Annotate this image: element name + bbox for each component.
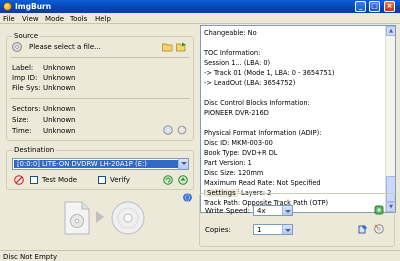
time-value: Unknown [43, 127, 76, 135]
size-label: Size: [12, 116, 29, 124]
calculate-icon[interactable] [163, 125, 173, 135]
file-sys-value: Unknown [43, 84, 76, 92]
info-globe-icon[interactable] [183, 193, 192, 204]
window-title: ImgBurn [15, 2, 52, 11]
log-textarea[interactable]: Changeable: No TOC Information: Session … [200, 25, 396, 213]
settings-frame: Settings [199, 189, 395, 247]
test-mode-label: Test Mode [42, 176, 78, 184]
verify-label: Verify [110, 176, 130, 184]
sectors-value: Unknown [43, 105, 76, 113]
disc-icon [12, 42, 22, 52]
speed-info-icon[interactable] [374, 205, 384, 215]
log-line: Physical Format Information (ADIP): [204, 129, 322, 137]
scroll-up-icon[interactable]: ▲ [386, 26, 395, 36]
source-file-input[interactable]: Please select a file... [29, 43, 101, 51]
imgburn-app-icon [3, 2, 12, 11]
test-mode-checkbox[interactable] [30, 176, 38, 184]
copies-stepper[interactable]: 1 [253, 224, 293, 235]
chevron-down-icon[interactable] [282, 225, 292, 234]
file-sys-label: File Sys: [12, 84, 41, 92]
settings-group-label: Settings [205, 189, 238, 197]
write-speed-value: 4x [257, 207, 266, 215]
status-bar: Disc Not Empty [0, 250, 400, 261]
browse-folder-icon[interactable] [162, 42, 173, 52]
destination-group-label: Destination [12, 146, 57, 154]
imp-id-value: Unknown [43, 74, 76, 82]
log-line: Disc ID: MKM-003-00 [204, 139, 273, 147]
size-value: Unknown [43, 116, 76, 124]
close-button[interactable]: × [384, 1, 395, 12]
log-line: PIONEER DVR-216D [204, 109, 269, 117]
copies-value: 1 [257, 226, 262, 234]
menu-mode[interactable]: Mode [45, 15, 64, 23]
copies-label: Copies: [205, 226, 231, 234]
source-group-label: Source [12, 32, 41, 40]
log-line: -> Track 01 (Mode 1, LBA: 0 - 3654751) [204, 69, 335, 77]
log-line: Disc Control Blocks Information: [204, 99, 310, 107]
chevron-down-icon[interactable] [178, 159, 188, 169]
log-line: Part Version: 1 [204, 159, 252, 167]
arrow-right-icon [95, 210, 105, 226]
write-speed-select[interactable]: 4x [253, 205, 293, 216]
refresh-icon[interactable] [177, 125, 187, 135]
log-line: Session 1... (LBA: 0) [204, 59, 271, 67]
disc-settings-icon[interactable] [374, 224, 384, 234]
title-bar[interactable]: ImgBurn _ □ × [0, 0, 400, 13]
log-line: Disc Size: 120mm [204, 169, 264, 177]
time-label: Time: [12, 127, 32, 135]
minimize-button[interactable]: _ [355, 1, 366, 12]
status-text: Disc Not Empty [3, 253, 58, 261]
menu-help[interactable]: Help [95, 15, 111, 23]
source-info-separator [10, 98, 190, 99]
write-icon[interactable] [64, 201, 90, 237]
drive-refresh-icon[interactable] [163, 175, 173, 185]
target-disc-icon [111, 201, 145, 237]
menu-bar: File View Mode Tools Help [0, 13, 400, 24]
label-label: Label: [12, 64, 34, 72]
maximize-button[interactable]: □ [369, 1, 380, 12]
write-speed-label: Write Speed: [205, 207, 251, 215]
log-scrollbar[interactable]: ▲ ▼ [385, 26, 395, 212]
browse-folder-open-icon[interactable] [176, 42, 186, 52]
label-value: Unknown [43, 64, 76, 72]
log-line: Changeable: No [204, 29, 257, 37]
imp-id-label: Imp ID: [12, 74, 38, 82]
menu-tools[interactable]: Tools [70, 15, 87, 23]
erase-disc-icon[interactable] [14, 175, 24, 185]
menu-view[interactable]: View [22, 15, 39, 23]
chevron-down-icon[interactable] [282, 206, 292, 215]
log-line: Book Type: DVD+R DL [204, 149, 278, 157]
destination-drive-select[interactable]: [0:0:0] LITE-ON DVDRW LH-20A1P (E:) [12, 158, 189, 170]
sectors-label: Sectors: [12, 105, 41, 113]
source-separator [10, 57, 190, 58]
write-settings-icon[interactable] [358, 224, 368, 234]
drive-eject-icon[interactable] [178, 175, 188, 185]
menu-file[interactable]: File [3, 15, 15, 23]
log-line: TOC Information: [204, 49, 261, 57]
log-line: -> LeadOut (LBA: 3654752) [204, 79, 296, 87]
destination-drive-value: [0:0:0] LITE-ON DVDRW LH-20A1P (E:) [14, 160, 178, 168]
verify-checkbox[interactable] [98, 176, 106, 184]
log-line: Maximum Read Rate: Not Specified [204, 179, 321, 187]
